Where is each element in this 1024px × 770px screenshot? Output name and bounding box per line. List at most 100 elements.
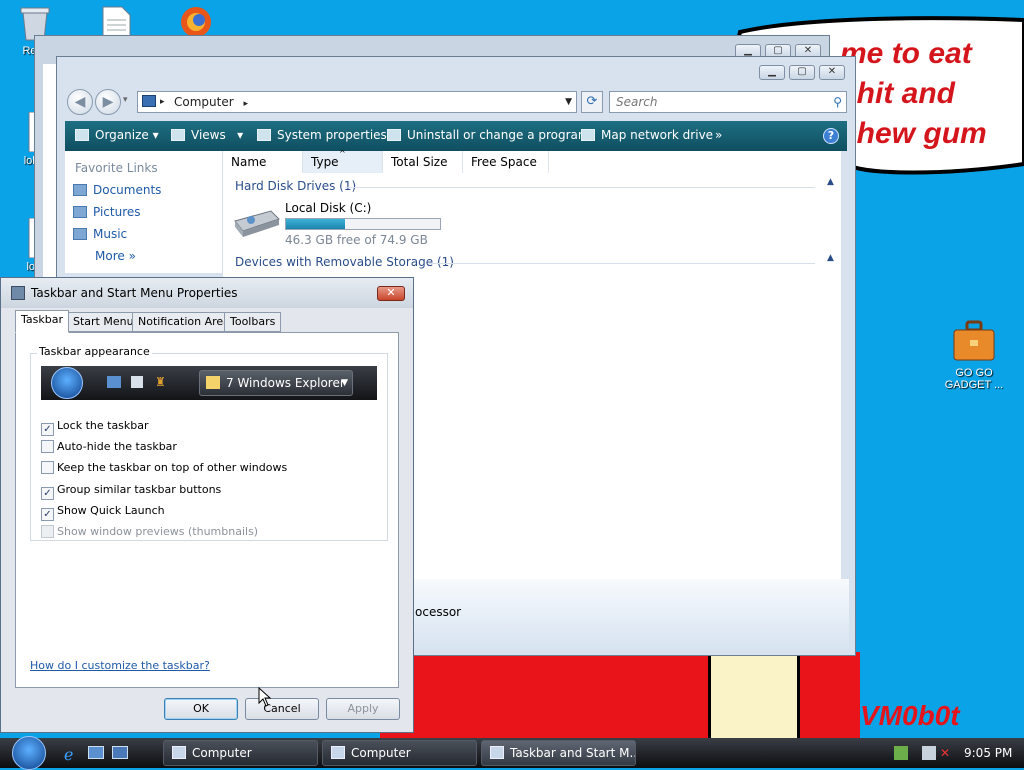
wallpaper-figure: [708, 655, 800, 745]
search-icon[interactable]: ⚲: [833, 92, 842, 112]
favorite-link-documents[interactable]: Documents: [73, 183, 161, 197]
music-label: Music: [93, 227, 128, 241]
taskbar-button-taskbar-properties[interactable]: Taskbar and Start M...: [481, 740, 636, 766]
organize-icon: [75, 129, 89, 141]
address-field[interactable]: ▸ Computer ▸ ▼: [137, 91, 577, 113]
views-icon: [171, 129, 185, 141]
dropdown-arrow-icon: ▼: [341, 378, 348, 388]
column-header-type[interactable]: Type ^: [303, 149, 383, 173]
tab-start-menu[interactable]: Start Menu: [67, 312, 140, 332]
ok-button[interactable]: OK: [164, 698, 238, 720]
clock[interactable]: 9:05 PM: [964, 738, 1012, 768]
network-status-icon[interactable]: [922, 746, 936, 760]
tab-taskbar[interactable]: Taskbar: [15, 310, 69, 333]
details-text: ocessor: [415, 605, 462, 619]
vmobot-signature: VM0b0t: [860, 700, 960, 731]
group-removable-storage[interactable]: Devices with Removable Storage (1): [235, 255, 454, 269]
taskbar-button-computer-1[interactable]: Computer: [163, 740, 318, 766]
taskbar-button-computer-2[interactable]: Computer: [322, 740, 477, 766]
show-desktop-icon[interactable]: [88, 746, 104, 759]
music-icon: [73, 228, 87, 240]
refresh-button[interactable]: ⟳: [581, 91, 603, 113]
forward-button[interactable]: ▶: [95, 89, 121, 115]
back-button[interactable]: ◀: [67, 89, 93, 115]
pictures-label: Pictures: [93, 205, 141, 219]
dialog-close-button[interactable]: ✕: [377, 286, 405, 301]
uninstall-icon: [387, 129, 401, 141]
option-label: Show window previews (thumbnails): [57, 525, 259, 538]
recent-pages-chevron-icon[interactable]: ▾: [123, 95, 128, 105]
computer-icon: [172, 746, 186, 759]
desktop-icon-go-go-gadget[interactable]: GO GO GADGET ...: [938, 318, 1010, 391]
option-group-similar[interactable]: ✓ Group similar taskbar buttons: [41, 482, 221, 500]
double-chevron-icon: »: [128, 249, 136, 263]
maximize-button[interactable]: ▢: [789, 65, 815, 80]
volume-muted-icon[interactable]: ✕: [940, 738, 950, 768]
desktop-icon-firefox[interactable]: [172, 2, 220, 39]
taskbar-tab-panel: Taskbar appearance ♜ 7 Windows Explorer …: [15, 332, 399, 688]
close-button[interactable]: ✕: [819, 65, 845, 80]
group-hard-disk-drives[interactable]: Hard Disk Drives (1): [235, 179, 356, 193]
preview-button-label: 7 Windows Explorer: [226, 376, 345, 390]
drive-item-local-disk[interactable]: Local Disk (C:) 46.3 GB free of 74.9 GB: [231, 199, 451, 249]
system-properties-icon: [257, 129, 271, 141]
computer-icon: [331, 746, 345, 759]
keep-on-top-checkbox[interactable]: [41, 461, 54, 474]
internet-explorer-icon[interactable]: ℯ: [64, 745, 73, 764]
minimize-button[interactable]: ▁: [759, 65, 785, 80]
toolbar-overflow-button[interactable]: »: [715, 121, 722, 151]
taskbar-button-label: Taskbar and Start M...: [510, 746, 636, 760]
map-network-drive-button[interactable]: Map network drive: [581, 121, 713, 151]
breadcrumb-arrow-icon[interactable]: ▸: [243, 99, 248, 109]
favorite-link-music[interactable]: Music: [73, 227, 127, 241]
auto-hide-checkbox[interactable]: [41, 440, 54, 453]
option-label: Show Quick Launch: [57, 504, 165, 517]
tab-toolbars[interactable]: Toolbars: [224, 312, 282, 332]
start-button[interactable]: [6, 736, 50, 770]
uninstall-program-button[interactable]: Uninstall or change a program: [387, 121, 590, 151]
address-text: Computer: [174, 95, 234, 109]
dialog-title-bar[interactable]: Taskbar and Start Menu Properties ✕: [1, 278, 413, 308]
breadcrumb-arrow-icon: ▸: [160, 97, 165, 107]
favorite-links-heading: Favorite Links: [75, 161, 158, 175]
drive-label: Local Disk (C:): [285, 201, 372, 215]
help-icon[interactable]: ?: [823, 128, 839, 144]
option-keep-on-top[interactable]: Keep the taskbar on top of other windows: [41, 460, 287, 478]
lock-taskbar-checkbox[interactable]: ✓: [41, 423, 54, 436]
column-header-total-size[interactable]: Total Size: [383, 151, 463, 173]
option-show-quick-launch[interactable]: ✓ Show Quick Launch: [41, 503, 165, 521]
collapse-group-icon[interactable]: ▲: [827, 253, 834, 263]
customize-help-link[interactable]: How do I customize the taskbar?: [30, 659, 210, 672]
group-divider: [429, 263, 815, 264]
taskbar-properties-dialog[interactable]: Taskbar and Start Menu Properties ✕ Task…: [0, 277, 414, 733]
tab-notification-area[interactable]: Notification Area: [132, 312, 236, 332]
address-dropdown-icon[interactable]: ▼: [565, 92, 572, 112]
search-placeholder: Search: [616, 95, 658, 109]
network-icon[interactable]: [894, 746, 908, 760]
map-drive-label: Map network drive: [601, 128, 714, 142]
system-properties-button[interactable]: System properties: [257, 121, 387, 151]
documents-icon: [73, 184, 87, 196]
switch-windows-icon[interactable]: [112, 746, 128, 759]
favorite-link-pictures[interactable]: Pictures: [73, 205, 141, 219]
show-quick-launch-checkbox[interactable]: ✓: [41, 508, 54, 521]
organize-button[interactable]: Organize ▾: [75, 121, 159, 151]
column-header-free-space[interactable]: Free Space: [463, 151, 549, 173]
favorite-links-more[interactable]: More »: [95, 249, 136, 263]
drive-usage-fill: [286, 219, 345, 229]
cancel-button[interactable]: Cancel: [245, 698, 319, 720]
option-lock-taskbar[interactable]: ✓ Lock the taskbar: [41, 418, 149, 436]
window-previews-checkbox: [41, 525, 54, 538]
group-similar-checkbox[interactable]: ✓: [41, 487, 54, 500]
taskbar-properties-icon: [11, 286, 25, 300]
option-window-previews: Show window previews (thumbnails): [41, 524, 258, 542]
option-auto-hide[interactable]: Auto-hide the taskbar: [41, 439, 177, 457]
collapse-group-icon[interactable]: ▲: [827, 177, 834, 187]
column-header-name[interactable]: Name: [223, 151, 303, 173]
start-orb-icon: [12, 736, 46, 770]
dialog-title: Taskbar and Start Menu Properties: [31, 286, 238, 300]
mouse-cursor-icon: [258, 687, 272, 707]
views-button[interactable]: Views ▾: [171, 121, 243, 151]
search-input[interactable]: Search ⚲: [609, 91, 847, 113]
sort-ascending-icon: ^: [339, 149, 346, 158]
